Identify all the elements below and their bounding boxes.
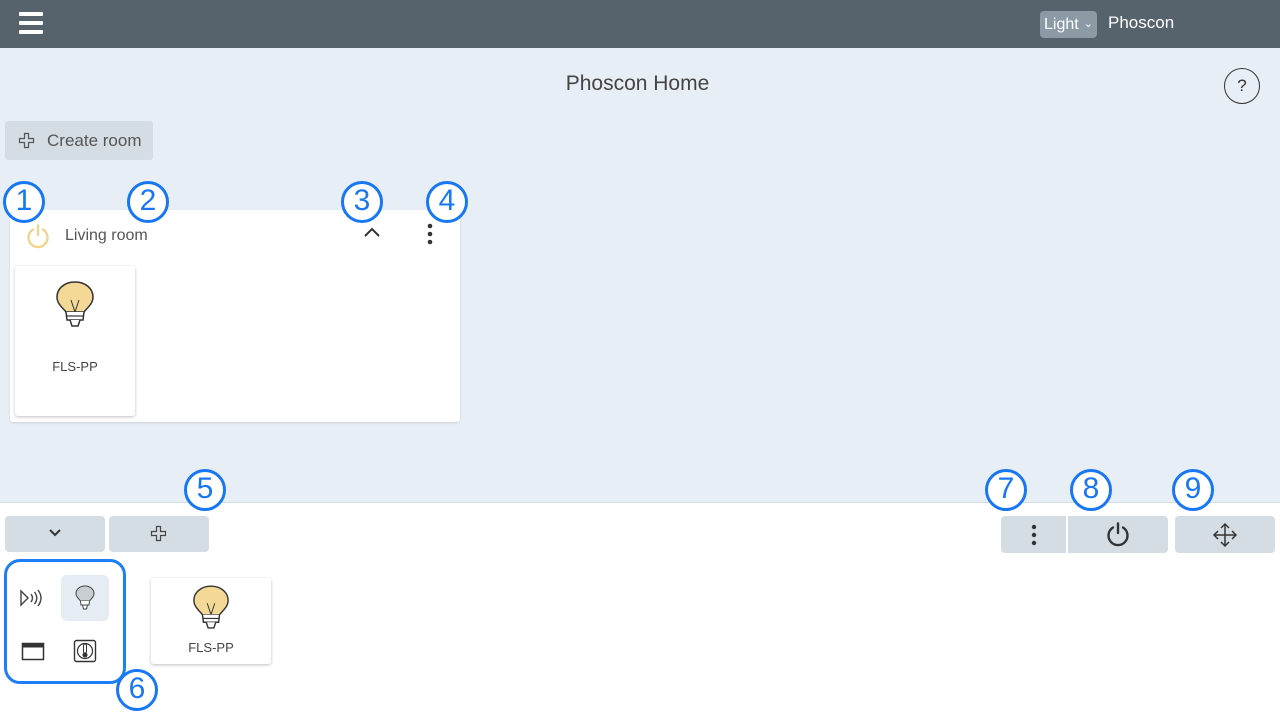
light-bulb-icon <box>75 585 95 610</box>
theme-select-value: Light <box>1044 16 1079 33</box>
more-options-button[interactable] <box>1001 516 1066 553</box>
annotation-marker-9: 9 <box>1172 469 1214 511</box>
power-icon[interactable] <box>25 223 51 249</box>
more-vert-icon[interactable] <box>420 220 440 250</box>
plus-icon <box>18 132 35 149</box>
collapse-panel-button[interactable] <box>5 516 105 552</box>
top-bar: Light ⌄ Phoscon <box>0 0 1280 48</box>
help-button[interactable]: ? <box>1224 68 1260 104</box>
chevron-down-icon <box>49 529 61 537</box>
annotation-marker-2: 2 <box>127 181 169 223</box>
annotation-marker-3: 3 <box>341 181 383 223</box>
annotation-marker-6: 6 <box>116 669 158 711</box>
main-area: Phoscon Home ? Create room Living room F… <box>0 48 1280 502</box>
window-covering-icon <box>21 642 45 661</box>
filter-sensors[interactable] <box>9 575 57 621</box>
move-icon <box>1212 522 1238 548</box>
device-name: FLS-PP <box>52 359 98 374</box>
chevron-up-icon[interactable] <box>362 225 382 239</box>
device-type-filter <box>4 559 126 684</box>
device-name: FLS-PP <box>188 640 234 655</box>
light-bulb-icon <box>56 281 94 327</box>
device-panel: FLS-PP <box>0 502 1280 720</box>
menu-icon[interactable] <box>19 12 43 34</box>
add-device-button[interactable] <box>109 516 209 552</box>
annotation-marker-1: 1 <box>3 181 45 223</box>
filter-lights[interactable] <box>61 575 109 621</box>
room-card: Living room FLS-PP <box>10 210 460 422</box>
sensor-icon <box>20 589 42 607</box>
filter-thermostats[interactable] <box>61 628 109 674</box>
filter-window-coverings[interactable] <box>9 628 57 674</box>
create-room-label: Create room <box>47 131 142 150</box>
room-name[interactable]: Living room <box>65 227 148 245</box>
device-tile[interactable]: FLS-PP <box>15 266 135 416</box>
annotation-marker-7: 7 <box>985 469 1027 511</box>
chevron-down-icon: ⌄ <box>1083 18 1093 30</box>
more-vert-icon <box>1031 524 1037 546</box>
annotation-marker-5: 5 <box>184 469 226 511</box>
plus-icon <box>150 525 167 542</box>
move-button[interactable] <box>1175 516 1275 553</box>
brand-link[interactable]: Phoscon <box>1108 13 1174 33</box>
light-bulb-icon <box>193 585 229 629</box>
power-icon <box>1107 522 1129 547</box>
annotation-marker-8: 8 <box>1070 469 1112 511</box>
theme-select[interactable]: Light ⌄ <box>1040 11 1097 38</box>
power-button[interactable] <box>1068 516 1168 553</box>
create-room-button[interactable]: Create room <box>5 121 153 160</box>
unassigned-device-tile[interactable]: FLS-PP <box>151 578 271 664</box>
thermostat-icon <box>73 639 97 663</box>
annotation-marker-4: 4 <box>426 181 468 223</box>
page-title: Phoscon Home <box>565 72 710 95</box>
